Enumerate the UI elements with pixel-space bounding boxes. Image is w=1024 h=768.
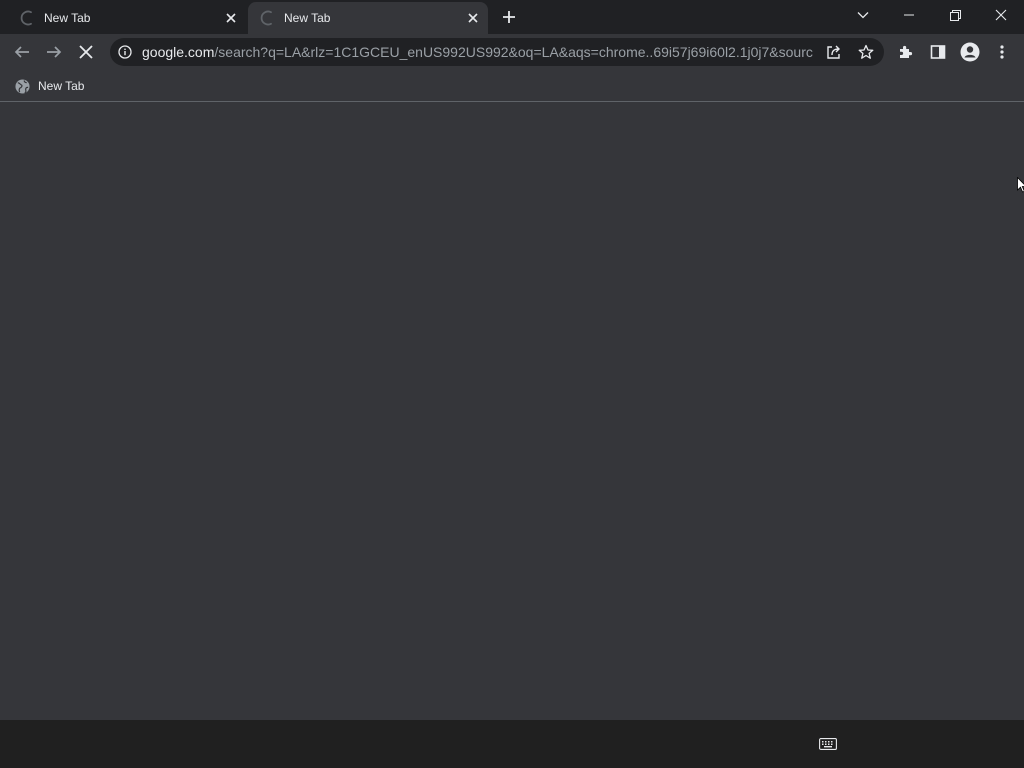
keyboard-icon: [819, 738, 837, 750]
bookmark-label: New Tab: [38, 79, 85, 93]
arrow-right-icon: [47, 46, 62, 58]
profile-icon: [960, 42, 980, 62]
profile-button[interactable]: [955, 37, 985, 67]
tab-search-button[interactable]: [840, 0, 886, 30]
toolbar: google.com/search?q=LA&rlz=1C1GCEU_enUS9…: [0, 34, 1024, 70]
tab-strip: New Tab New Tab: [0, 0, 1024, 34]
site-info-icon[interactable]: [116, 43, 134, 61]
arrow-left-icon: [14, 46, 29, 58]
extensions-button[interactable]: [891, 37, 921, 67]
chevron-down-icon: [857, 12, 869, 19]
taskbar: [0, 720, 1024, 768]
new-tab-button[interactable]: [497, 5, 521, 29]
mouse-cursor-icon: [1017, 177, 1024, 193]
globe-icon: [14, 78, 30, 94]
minimize-icon: [904, 14, 914, 16]
menu-button[interactable]: [987, 37, 1017, 67]
url-path: /search?q=LA&rlz=1C1GCEU_enUS992US992&oq…: [214, 44, 814, 60]
back-button[interactable]: [7, 37, 37, 67]
url-text[interactable]: google.com/search?q=LA&rlz=1C1GCEU_enUS9…: [142, 44, 814, 60]
stop-loading-button[interactable]: [71, 37, 101, 67]
forward-button[interactable]: [39, 37, 69, 67]
page-content: [0, 103, 1024, 720]
restore-button[interactable]: [932, 0, 978, 30]
close-window-button[interactable]: [978, 0, 1024, 30]
minimize-button[interactable]: [886, 0, 932, 30]
tab-close-icon[interactable]: [464, 9, 482, 27]
puzzle-icon: [900, 45, 913, 58]
tab-new-tab-2[interactable]: New Tab: [248, 2, 488, 34]
loading-spinner-icon: [260, 10, 272, 26]
side-panel-button[interactable]: [923, 37, 953, 67]
tab-title: New Tab: [284, 11, 331, 25]
more-vert-icon: [1000, 45, 1004, 59]
plus-icon: [503, 11, 515, 23]
tab-new-tab-1[interactable]: New Tab: [8, 2, 246, 34]
side-panel-icon: [930, 45, 946, 59]
url-host: google.com: [142, 44, 215, 60]
bookmark-star-icon[interactable]: [856, 42, 876, 62]
close-icon: [995, 9, 1007, 21]
address-bar[interactable]: google.com/search?q=LA&rlz=1C1GCEU_enUS9…: [110, 38, 884, 66]
tab-title: New Tab: [44, 11, 91, 25]
touch-keyboard-button[interactable]: [814, 732, 842, 756]
bookmark-new-tab[interactable]: New Tab: [8, 75, 90, 97]
share-icon[interactable]: [824, 42, 844, 62]
restore-icon: [949, 9, 961, 21]
loading-spinner-icon: [20, 10, 32, 26]
stop-icon: [79, 45, 93, 59]
bookmarks-bar: New Tab: [0, 70, 1024, 102]
tab-close-icon[interactable]: [222, 9, 240, 27]
